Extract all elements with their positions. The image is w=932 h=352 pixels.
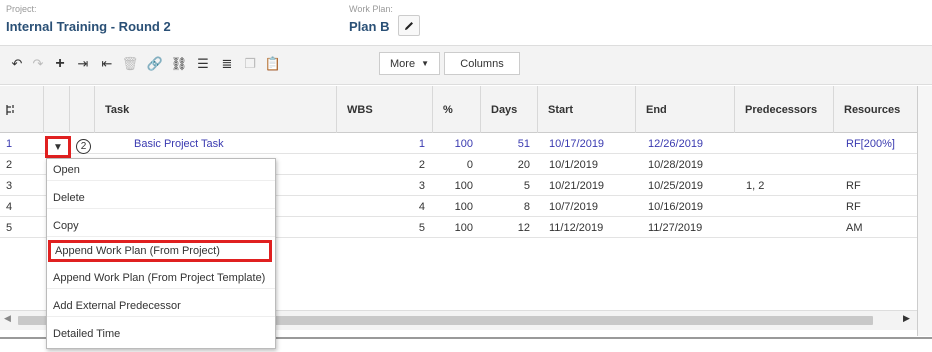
header-days[interactable]: Days xyxy=(481,86,538,133)
days-cell[interactable]: 5 xyxy=(481,176,530,196)
days-cell[interactable]: 51 xyxy=(481,134,530,154)
redo-icon[interactable]: ↷ xyxy=(27,53,49,75)
row-number: 1 xyxy=(6,138,13,150)
days-cell[interactable]: 8 xyxy=(481,197,530,217)
resources-cell[interactable]: RF xyxy=(846,176,861,196)
menu-item-add-external-predecessor[interactable]: Add External Predecessor xyxy=(47,295,275,317)
pencil-icon xyxy=(405,21,413,30)
header-start[interactable]: Start xyxy=(538,86,636,133)
wbs-cell: 3 xyxy=(418,180,425,192)
menu-item-append-from-project[interactable]: Append Work Plan (From Project) xyxy=(48,240,272,262)
hierarchy-icon[interactable] xyxy=(0,86,44,133)
header-menu-col xyxy=(44,86,70,133)
more-button[interactable]: More ▼ xyxy=(379,52,440,75)
caret-down-icon: ▼ xyxy=(421,59,429,68)
task-name[interactable]: Basic Project Task xyxy=(134,134,224,154)
right-panel-edge xyxy=(918,86,932,336)
predecessors-cell[interactable]: 1, 2 xyxy=(746,176,764,196)
header-task[interactable]: Task xyxy=(95,86,337,133)
resources-cell[interactable]: RF xyxy=(846,197,861,217)
wbs-cell: 1 xyxy=(418,138,425,150)
resources-cell[interactable]: RF[200%] xyxy=(846,134,895,154)
days-cell[interactable]: 20 xyxy=(481,155,530,175)
toolbar: ↶ ↷ + ⇥ ⇤ 🗑 🔗 ⛓ ☰ ≣ ❐ 📋 More ▼ Columns xyxy=(0,45,932,85)
table-row[interactable]: 1 Basic Project Task 1 100 51 10/17/2019… xyxy=(0,134,917,154)
wbs-cell: 2 xyxy=(418,159,425,171)
percent-cell[interactable]: 100 xyxy=(433,134,473,154)
edit-workplan-button[interactable] xyxy=(398,15,420,36)
percent-cell[interactable]: 100 xyxy=(433,197,473,217)
start-cell[interactable]: 10/7/2019 xyxy=(549,197,598,217)
menu-item-copy[interactable]: Copy xyxy=(47,215,275,237)
end-cell[interactable]: 11/27/2019 xyxy=(648,218,702,238)
menu-item-detailed-time[interactable]: Detailed Time xyxy=(47,323,275,345)
resources-cell[interactable]: AM xyxy=(846,218,863,238)
start-cell[interactable]: 10/21/2019 xyxy=(549,176,604,196)
menu-item-append-from-template[interactable]: Append Work Plan (From Project Template) xyxy=(47,267,275,289)
menu-item-delete[interactable]: Delete xyxy=(47,187,275,209)
project-name[interactable]: Internal Training - Round 2 xyxy=(6,19,171,34)
row-menu-button[interactable]: ▼ xyxy=(45,136,71,158)
end-cell[interactable]: 10/25/2019 xyxy=(648,176,703,196)
start-cell[interactable]: 10/17/2019 xyxy=(549,134,604,154)
add-task-icon[interactable]: + xyxy=(49,53,71,75)
end-cell[interactable]: 10/28/2019 xyxy=(648,155,703,175)
indent-icon[interactable]: ⇥ xyxy=(72,53,94,75)
start-cell[interactable]: 10/1/2019 xyxy=(549,155,598,175)
header-end[interactable]: End xyxy=(636,86,735,133)
row-number: 2 xyxy=(6,159,13,171)
more-label: More xyxy=(390,57,416,70)
collapse-all-icon[interactable]: ≣ xyxy=(216,53,238,75)
scroll-right-icon[interactable]: ▶ xyxy=(903,313,910,324)
scroll-left-icon[interactable]: ◀ xyxy=(4,313,11,324)
wbs-cell: 4 xyxy=(418,201,425,213)
expand-all-icon[interactable]: ☰ xyxy=(192,53,214,75)
days-cell[interactable]: 12 xyxy=(481,218,530,238)
caret-down-icon: ▼ xyxy=(53,141,63,153)
header-callout-col xyxy=(70,86,95,133)
header-percent[interactable]: % xyxy=(433,86,481,133)
header-predecessors[interactable]: Predecessors xyxy=(735,86,834,133)
row-number: 3 xyxy=(6,180,13,192)
workplan-name[interactable]: Plan B xyxy=(349,19,389,34)
end-cell[interactable]: 12/26/2019 xyxy=(648,134,703,154)
header-resources[interactable]: Resources xyxy=(834,86,917,133)
wbs-cell: 5 xyxy=(418,222,425,234)
workplan-label: Work Plan: xyxy=(349,4,393,14)
columns-button[interactable]: Columns xyxy=(444,52,520,75)
end-cell[interactable]: 10/16/2019 xyxy=(648,197,703,217)
copy-icon[interactable]: ❐ xyxy=(239,53,261,75)
link-icon[interactable]: 🔗 xyxy=(144,53,166,75)
start-cell[interactable]: 11/12/2019 xyxy=(549,218,603,238)
row-number: 5 xyxy=(6,222,13,234)
outdent-icon[interactable]: ⇤ xyxy=(96,53,118,75)
delete-icon[interactable]: 🗑 xyxy=(119,53,141,75)
row-number: 4 xyxy=(6,201,13,213)
percent-cell[interactable]: 100 xyxy=(433,218,473,238)
paste-icon[interactable]: 📋 xyxy=(262,53,284,75)
grid-header: Task WBS % Days Start End Predecessors R… xyxy=(0,86,917,133)
percent-cell[interactable]: 0 xyxy=(433,155,473,175)
header-wbs[interactable]: WBS xyxy=(337,86,433,133)
percent-cell[interactable]: 100 xyxy=(433,176,473,196)
unlink-icon[interactable]: ⛓ xyxy=(168,53,190,75)
menu-item-open[interactable]: Open xyxy=(47,159,275,181)
context-menu: Open Delete Copy Append Work Plan (From … xyxy=(46,158,276,349)
project-label: Project: xyxy=(6,4,37,14)
callout-number: 2 xyxy=(76,139,91,154)
undo-icon[interactable]: ↶ xyxy=(6,53,28,75)
